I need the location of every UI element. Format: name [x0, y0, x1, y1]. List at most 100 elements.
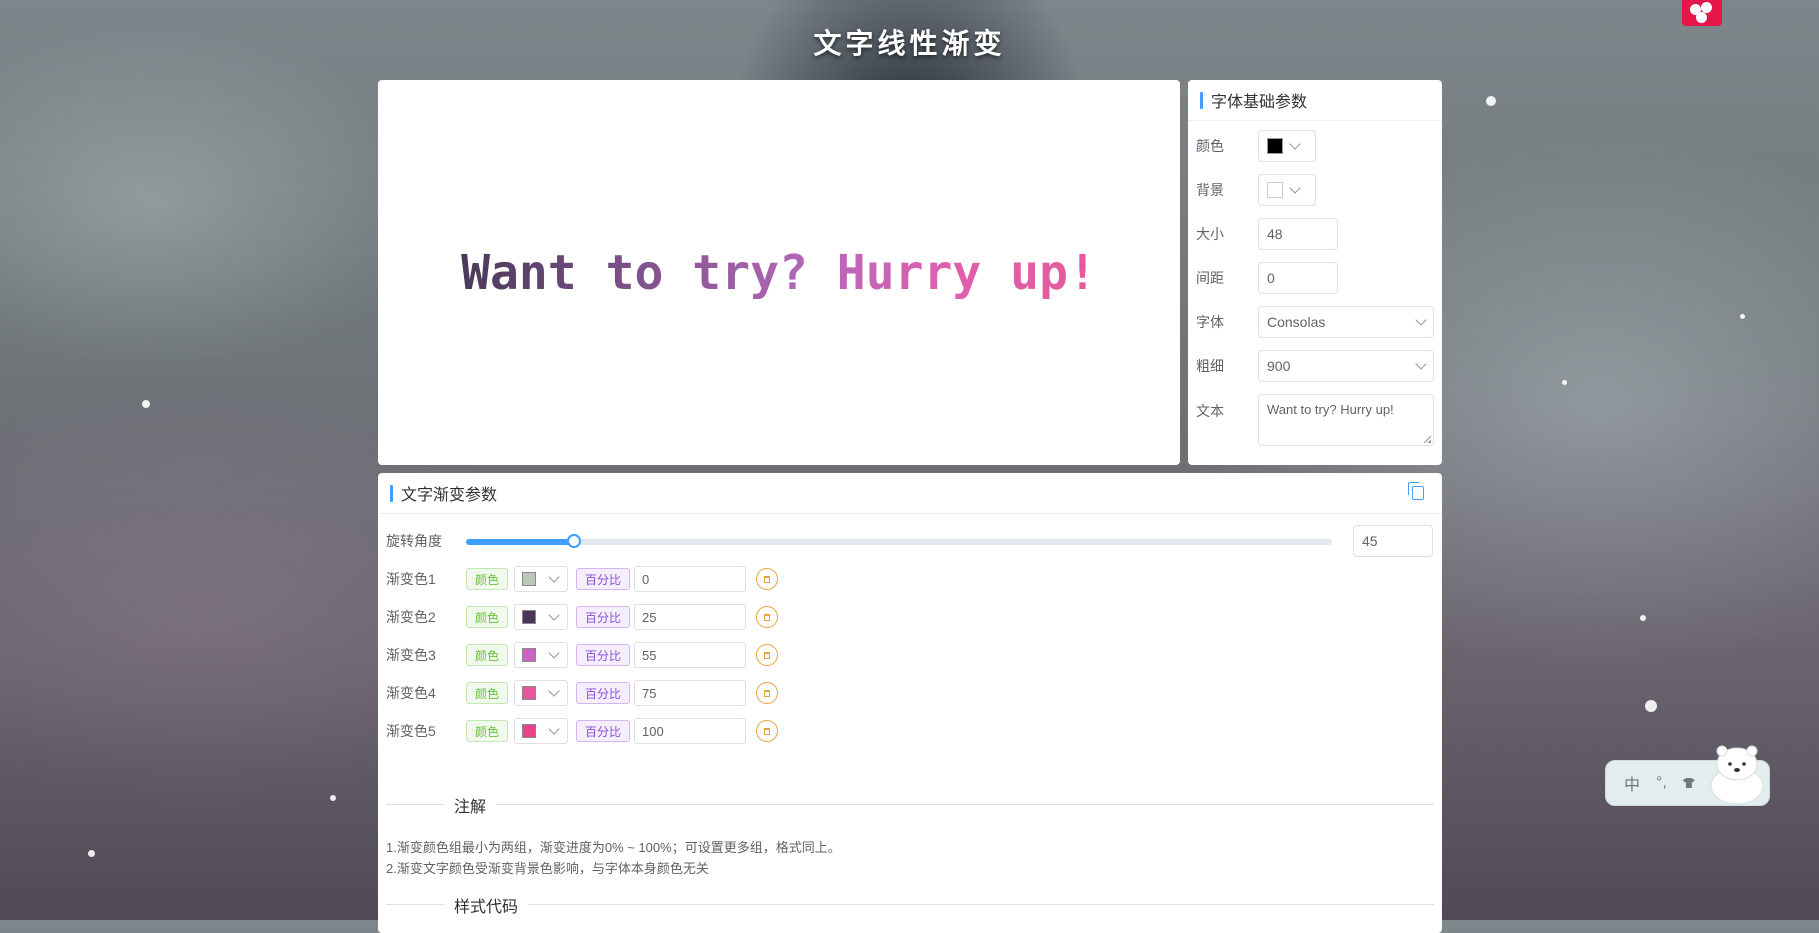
background-row: 背景	[1196, 174, 1316, 206]
section-header: 字体基础参数	[1188, 80, 1442, 121]
notes-divider: 注解	[386, 793, 1434, 817]
angle-input[interactable]: 45	[1353, 525, 1433, 557]
font-weight-select[interactable]: 900	[1258, 350, 1434, 382]
gradient-color-picker[interactable]	[514, 680, 569, 706]
trash-icon	[764, 689, 771, 697]
gradient-stop-label: 渐变色2	[386, 609, 436, 625]
ime-punct-toggle[interactable]: °,	[1656, 774, 1667, 792]
slider-fill	[466, 539, 575, 545]
section-accent-bar	[390, 484, 393, 502]
gradient-color-picker[interactable]	[514, 566, 569, 592]
gradient-percent-input[interactable]: 100	[634, 718, 747, 744]
chevron-down-icon	[548, 723, 560, 735]
font-color-picker[interactable]	[1258, 130, 1316, 162]
gradient-stop-label: 渐变色5	[386, 723, 436, 739]
color-swatch	[522, 724, 537, 738]
bear-mascot-icon	[1710, 745, 1764, 805]
code-title: 样式代码	[444, 893, 529, 917]
delete-stop-button[interactable]	[756, 606, 779, 628]
color-swatch	[522, 572, 537, 586]
shirt-icon[interactable]	[1682, 778, 1695, 788]
font-size-input[interactable]: 48	[1258, 218, 1338, 250]
spacing-label: 间距	[1196, 270, 1224, 286]
trash-icon	[764, 727, 771, 735]
gradient-stop-row: 渐变色4 颜色 百分比 75	[386, 680, 779, 706]
chevron-down-icon	[1415, 358, 1427, 370]
color-swatch	[522, 686, 537, 700]
gradient-stop-row: 渐变色2 颜色 百分比 25	[386, 604, 779, 630]
letter-spacing-input[interactable]: 0	[1258, 262, 1338, 294]
color-swatch	[522, 610, 537, 624]
chevron-down-icon	[548, 571, 560, 583]
background-color-picker[interactable]	[1258, 174, 1316, 206]
section-header: 文字渐变参数	[378, 473, 1442, 514]
percent-tag: 百分比	[576, 682, 631, 704]
font-basic-panel: 字体基础参数 颜色 背景 大小 48 间距 0 字体 Consolas 粗细 9…	[1188, 80, 1442, 465]
font-label: 字体	[1196, 314, 1224, 330]
page-title: 文字线性渐变	[813, 27, 1006, 60]
ime-lang-toggle[interactable]: 中	[1624, 771, 1640, 795]
angle-row: 旋转角度	[386, 528, 466, 554]
spacing-row: 间距 0	[1196, 262, 1338, 294]
logo-icon[interactable]	[1682, 0, 1722, 26]
background-label: 背景	[1196, 182, 1224, 198]
section-title: 文字渐变参数	[401, 487, 498, 504]
slider-thumb[interactable]	[567, 534, 582, 548]
trash-icon	[764, 651, 771, 659]
delete-stop-button[interactable]	[756, 644, 779, 666]
chevron-down-icon	[548, 685, 560, 697]
percent-tag: 百分比	[576, 644, 631, 666]
trash-icon	[764, 575, 771, 583]
snow-flake	[1640, 615, 1646, 621]
snow-flake	[1740, 314, 1745, 319]
chevron-down-icon	[1289, 182, 1301, 194]
gradient-color-picker[interactable]	[514, 642, 569, 668]
delete-stop-button[interactable]	[756, 568, 779, 590]
font-family-select[interactable]: Consolas	[1258, 306, 1434, 338]
code-divider: 样式代码	[386, 893, 1434, 917]
gradient-percent-input[interactable]: 55	[634, 642, 747, 668]
text-label: 文本	[1196, 403, 1224, 419]
percent-tag: 百分比	[576, 720, 631, 742]
chevron-down-icon	[1289, 138, 1301, 150]
preview-text: Want to try? Hurry up!	[461, 244, 1097, 301]
note-line-2: 2.渐变文字颜色受渐变背景色影响，与字体本身颜色无关	[386, 861, 709, 876]
percent-tag: 百分比	[576, 568, 631, 590]
gradient-percent-input[interactable]: 25	[634, 604, 747, 630]
gradient-color-picker[interactable]	[514, 718, 569, 744]
percent-tag: 百分比	[576, 606, 631, 628]
resize-handle-icon[interactable]	[1424, 436, 1431, 443]
text-input[interactable]: Want to try? Hurry up!	[1258, 394, 1434, 446]
gradient-stop-row: 渐变色3 颜色 百分比 55	[386, 642, 779, 668]
angle-slider[interactable]	[466, 534, 1332, 548]
color-row: 颜色	[1196, 130, 1316, 162]
delete-stop-button[interactable]	[756, 682, 779, 704]
section-accent-bar	[1200, 91, 1203, 109]
copy-icon[interactable]	[1408, 482, 1424, 500]
size-row: 大小 48	[1196, 218, 1338, 250]
color-swatch	[1267, 138, 1283, 154]
color-tag: 颜色	[466, 682, 509, 704]
note-line-1: 1.渐变颜色组最小为两组，渐变进度为0% ~ 100%；可设置更多组，格式同上。	[386, 840, 841, 855]
color-tag: 颜色	[466, 568, 509, 590]
delete-stop-button[interactable]	[756, 720, 779, 742]
gradient-percent-input[interactable]: 75	[634, 680, 747, 706]
snow-flake	[1486, 96, 1496, 106]
trash-icon	[764, 613, 771, 621]
chevron-down-icon	[548, 647, 560, 659]
gradient-stop-label: 渐变色1	[386, 571, 436, 587]
font-weight-value: 900	[1267, 358, 1291, 374]
gradient-color-picker[interactable]	[514, 604, 569, 630]
snow-flake	[1562, 380, 1567, 385]
color-swatch	[1267, 182, 1283, 198]
snow-flake	[330, 795, 336, 801]
gradient-percent-input[interactable]: 0	[634, 566, 747, 592]
chevron-down-icon	[1415, 314, 1427, 326]
text-input-value: Want to try? Hurry up!	[1267, 402, 1394, 417]
color-tag: 颜色	[466, 720, 509, 742]
color-swatch	[522, 648, 537, 662]
snow-flake	[1645, 700, 1657, 712]
gradient-stop-label: 渐变色3	[386, 647, 436, 663]
color-tag: 颜色	[466, 644, 509, 666]
snow-flake	[88, 850, 95, 857]
